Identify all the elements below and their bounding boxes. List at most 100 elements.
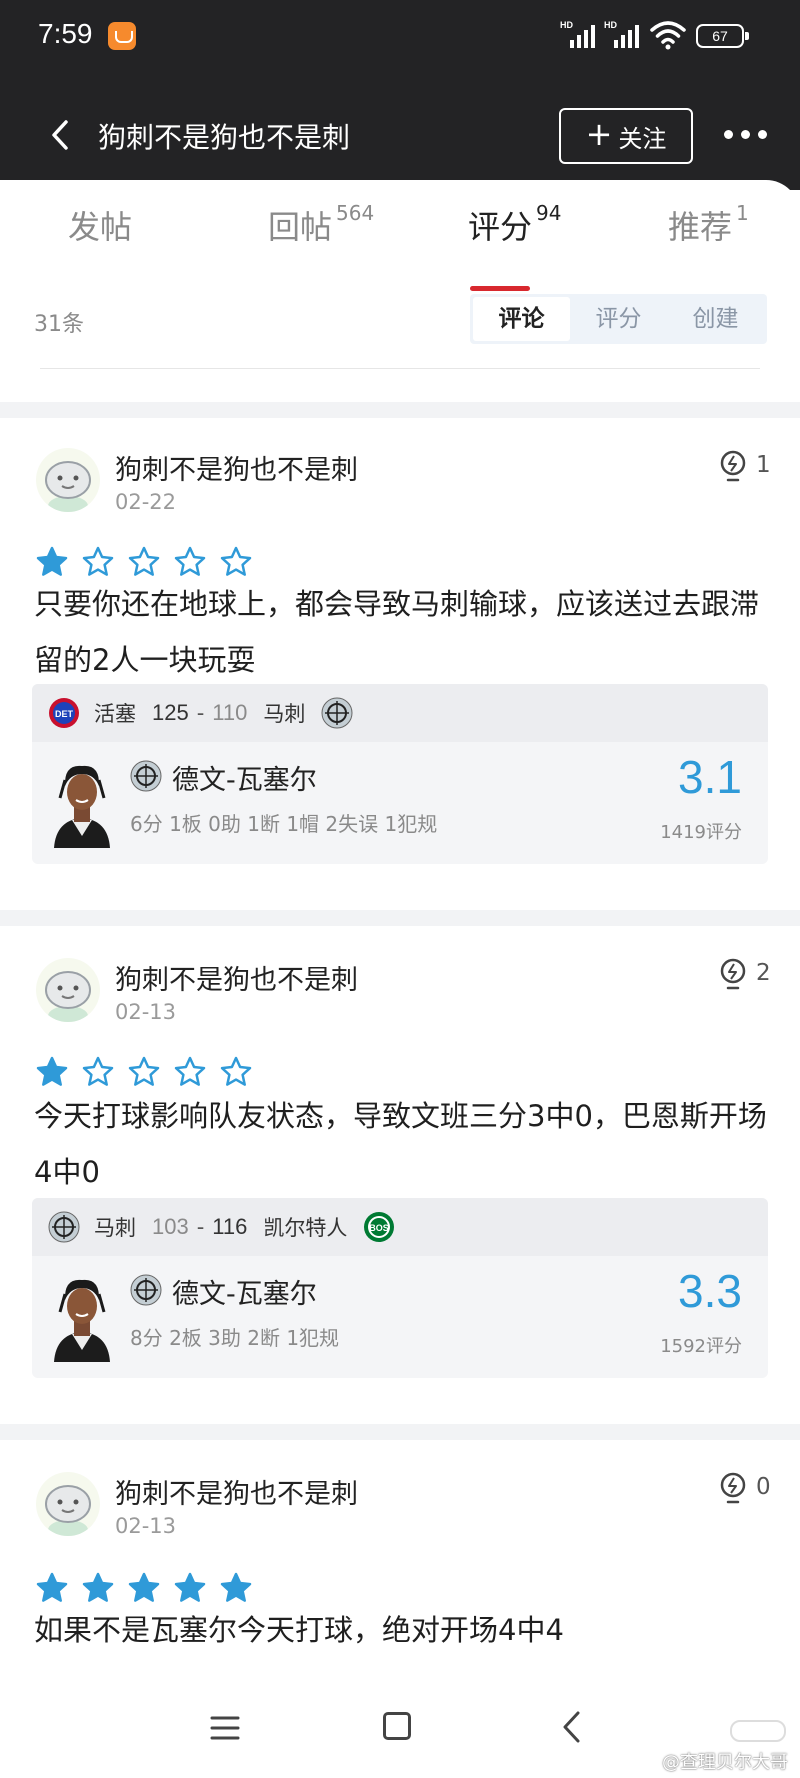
notification-app-icon	[108, 22, 136, 50]
username[interactable]: 狗刺不是狗也不是刺	[115, 958, 358, 997]
tab-posts[interactable]: 发帖	[68, 202, 136, 248]
status-time: 7:59	[38, 18, 93, 49]
divider	[40, 368, 760, 369]
tab-count: 94	[536, 201, 562, 226]
star-filled-icon	[36, 546, 68, 576]
home-square-icon[interactable]	[383, 1712, 411, 1740]
star-empty-icon	[128, 1056, 160, 1086]
section-gap	[0, 910, 800, 926]
username[interactable]: 狗刺不是狗也不是刺	[115, 1472, 358, 1511]
content-sheet: 发帖 回帖 564 评分 94 推荐 1 31条 评论 评分 创建 狗刺不是狗也不是刺…	[0, 180, 800, 1778]
review-date: 02-22	[115, 490, 177, 514]
tab-replies[interactable]: 回帖 564	[268, 201, 374, 248]
star-empty-icon	[220, 1056, 252, 1086]
section-gap	[0, 402, 800, 418]
network-type-label: HD	[560, 20, 573, 30]
star-rating	[36, 546, 252, 578]
team-name: 活塞	[94, 702, 136, 726]
review-date: 02-13	[115, 1514, 177, 1538]
review-text: 如果不是瓦塞尔今天打球，绝对开场4中4	[34, 1613, 564, 1647]
player-photo	[50, 758, 114, 848]
battery-icon: 67	[696, 24, 749, 48]
battery-level: 67	[712, 28, 728, 44]
back-arrow-icon[interactable]	[46, 118, 76, 152]
lightbulb-icon	[720, 450, 746, 482]
spurs-logo-icon	[130, 1274, 162, 1306]
review-date: 02-13	[115, 1000, 177, 1024]
review-text: 只要你还在地球上，都会导致马刺输球，应该送过去跟滞留的2人一块玩耍	[34, 587, 760, 677]
team-name: 马刺	[94, 1216, 136, 1240]
sort-option-comments[interactable]: 评论	[473, 297, 570, 341]
star-empty-icon	[128, 546, 160, 576]
star-empty-icon	[220, 546, 252, 576]
result-count: 31条	[34, 312, 84, 337]
team-score: 116	[212, 1214, 248, 1239]
rating-count: 1419评分	[660, 822, 742, 843]
lightbulb-icon	[720, 958, 746, 990]
like-count: 0	[756, 1474, 771, 1500]
player-rating: 3.3	[678, 1265, 742, 1317]
follow-label: 关注	[618, 124, 667, 153]
star-filled-icon	[36, 1056, 68, 1086]
star-filled-icon	[128, 1572, 160, 1602]
more-options-icon[interactable]	[724, 126, 770, 142]
team-score: 125	[152, 700, 189, 725]
tab-label: 回帖	[268, 208, 333, 246]
game-card[interactable]: DET 活塞 125 - 110 马刺 德文-瓦塞尔 6分 1板 0助 1断 1…	[32, 684, 768, 864]
page-title: 狗刺不是狗也不是刺	[98, 121, 351, 154]
team-score: 103	[152, 1214, 189, 1239]
tab-recommend[interactable]: 推荐 1	[668, 201, 749, 248]
team-name: 马刺	[263, 702, 306, 726]
active-tab-indicator	[470, 286, 530, 291]
star-filled-icon	[174, 1572, 206, 1602]
username[interactable]: 狗刺不是狗也不是刺	[115, 448, 358, 487]
player-name: 德文-瓦塞尔	[172, 765, 317, 796]
player-stats: 6分 1板 0助 1断 1帽 2失误 1犯规	[130, 812, 438, 836]
plus-icon: +	[585, 115, 613, 153]
svg-text:DET: DET	[55, 709, 74, 719]
avatar[interactable]	[36, 448, 100, 512]
player-name: 德文-瓦塞尔	[172, 1279, 317, 1310]
app-header: 7:59 HD HD 67 狗刺不是狗也不是刺 + 关注	[0, 0, 800, 190]
signal-icon-2: HD	[604, 20, 640, 48]
watermark-logo	[730, 1720, 786, 1742]
sort-option-rating[interactable]: 评分	[570, 297, 667, 341]
back-icon[interactable]	[560, 1710, 582, 1744]
pistons-logo-icon: DET	[49, 698, 79, 728]
like-button[interactable]: 2	[718, 958, 778, 992]
menu-icon[interactable]	[210, 1714, 240, 1742]
tab-label: 推荐	[668, 208, 733, 246]
player-rating: 3.1	[678, 751, 742, 803]
like-button[interactable]: 1	[718, 450, 778, 484]
wifi-icon	[650, 21, 686, 50]
lightbulb-icon	[720, 1472, 746, 1504]
star-filled-icon	[36, 1572, 68, 1602]
review-text: 今天打球影响队友状态，导致文班三分3中0，巴恩斯开场4中0	[34, 1099, 767, 1189]
score-separator: -	[196, 1215, 205, 1239]
svg-text:BOS: BOS	[370, 1223, 390, 1233]
section-gap	[0, 1424, 800, 1440]
avatar[interactable]	[36, 958, 100, 1022]
team-name: 凯尔特人	[263, 1216, 348, 1240]
rating-count: 1592评分	[660, 1336, 742, 1357]
spurs-logo-icon	[48, 1211, 80, 1243]
sort-segmented-control: 评论 评分 创建	[470, 294, 767, 344]
team-score: 110	[212, 700, 248, 725]
tab-ratings[interactable]: 评分 94	[468, 201, 562, 248]
tab-count: 1	[736, 201, 749, 226]
like-button[interactable]: 0	[718, 1472, 778, 1506]
game-score-header: 马刺 103 - 116 凯尔特人 BOS	[32, 1198, 768, 1256]
star-empty-icon	[82, 1056, 114, 1086]
network-type-label-2: HD	[604, 20, 617, 30]
sort-option-created[interactable]: 创建	[667, 297, 764, 341]
star-empty-icon	[82, 546, 114, 576]
game-card[interactable]: 马刺 103 - 116 凯尔特人 BOS 德文-瓦塞尔 8分 2板 3助 2断…	[32, 1198, 768, 1378]
star-empty-icon	[174, 1056, 206, 1086]
avatar[interactable]	[36, 1472, 100, 1536]
star-filled-icon	[82, 1572, 114, 1602]
game-score-header: DET 活塞 125 - 110 马刺	[32, 684, 768, 742]
watermark-text: @查理贝尔大哥	[662, 1752, 788, 1773]
tab-label: 发帖	[68, 208, 133, 246]
spurs-logo-icon	[321, 697, 353, 729]
follow-button[interactable]: + 关注	[559, 108, 693, 164]
